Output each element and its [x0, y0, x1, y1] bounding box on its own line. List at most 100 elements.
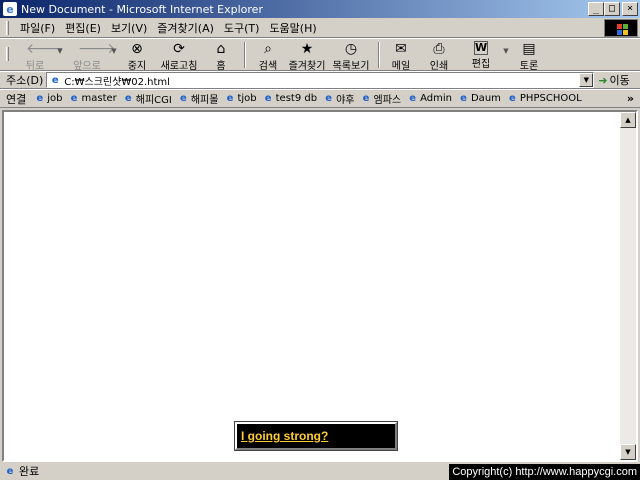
link-label: Admin [420, 93, 452, 104]
ie-page-icon: e [124, 93, 132, 104]
discuss-label: 토론 [519, 61, 539, 72]
ie-page-icon: e [264, 93, 272, 104]
link-empas[interactable]: e 엠파스 [361, 91, 402, 106]
mail-button[interactable]: ✉ 메일 [385, 39, 417, 72]
print-button[interactable]: ⎙ 인쇄 [417, 39, 461, 72]
address-label: 주소(D) [6, 74, 44, 87]
link-admin[interactable]: e Admin [407, 93, 452, 104]
link-label: Daum [470, 93, 501, 104]
favorites-icon: ★ [300, 41, 314, 57]
ie-page-icon: e [70, 93, 78, 104]
refresh-button[interactable]: ⟳ 새로고침 [155, 39, 203, 72]
menu-edit[interactable]: 편집(E) [60, 20, 106, 36]
ie-page-icon: e [36, 93, 44, 104]
link-happycgi[interactable]: e 해피CGI [123, 91, 172, 106]
ie-page-icon: e [226, 93, 234, 104]
ie-page-icon: e [362, 93, 370, 104]
page-body: I going strong? [4, 112, 620, 460]
standard-toolbar: 🡐 뒤로 ▼ 🡒 앞으로 ▼ ⊗ 중지 ⟳ 새로고침 ⌂ 홈 ⌕ 검색 ★ 즐겨… [0, 38, 640, 72]
ie-page-icon: e [325, 93, 332, 104]
toolbar-grip[interactable] [6, 20, 9, 35]
link-label: master [81, 93, 117, 104]
menu-view[interactable]: 보기(V) [106, 20, 152, 36]
menu-tools[interactable]: 도구(T) [219, 20, 265, 36]
vertical-scrollbar[interactable]: ▲ ▼ [620, 112, 636, 460]
toolbar-separator [378, 42, 380, 68]
back-button[interactable]: 🡐 뒤로 [15, 39, 64, 72]
menu-bar: 파일(F) 편집(E) 보기(V) 즐겨찾기(A) 도구(T) 도움말(H) [0, 18, 640, 38]
go-button[interactable]: ➜ 이동 [598, 72, 629, 88]
search-label: 검색 [258, 61, 278, 72]
toolbar-separator [244, 42, 246, 68]
title-bar[interactable]: e New Document - Microsoft Internet Expl… [0, 0, 640, 18]
menu-help[interactable]: 도움말(H) [264, 20, 321, 36]
maximize-button[interactable]: □ [604, 2, 620, 16]
page-status-icon: e [6, 465, 14, 477]
status-bar: e 완료 Copyright(c) http://www.happycgi.co… [0, 462, 640, 480]
link-job[interactable]: e job [34, 93, 62, 104]
link-label: 엠파스 [373, 95, 402, 106]
forward-button[interactable]: 🡒 앞으로 [65, 39, 115, 72]
address-value[interactable]: C:₩스크린샷₩02.html [64, 73, 170, 88]
status-text: 완료 [19, 465, 40, 478]
link-master[interactable]: e master [69, 93, 117, 104]
address-input[interactable]: e C:₩스크린샷₩02.html ▼ [46, 72, 595, 88]
go-arrow-icon: ➜ [598, 73, 608, 87]
scroll-down-button[interactable]: ▼ [620, 444, 636, 460]
edit-icon: W [474, 41, 488, 55]
link-tjob[interactable]: e tjob [224, 93, 257, 104]
refresh-icon: ⟳ [173, 41, 185, 57]
links-bar: 연결 e job e master e 해피CGI e 해피몰 e tjob e test9… [0, 89, 640, 108]
forward-dropdown-icon[interactable]: ▼ [109, 39, 119, 55]
menu-favorites[interactable]: 즐겨찾기(A) [152, 20, 219, 36]
link-label: 해피몰 [190, 95, 219, 106]
link-daum[interactable]: e Daum [458, 93, 501, 104]
history-icon: ◷ [344, 41, 358, 57]
floating-message-box: I going strong? [234, 421, 398, 451]
ie-page-icon: e [509, 93, 516, 104]
menu-file[interactable]: 파일(F) [15, 20, 60, 36]
address-dropdown-button[interactable]: ▼ [579, 73, 594, 87]
links-more-button[interactable]: » [627, 92, 634, 105]
edit-dropdown-icon[interactable]: ▼ [501, 39, 511, 55]
toolbar-grip[interactable] [6, 47, 9, 61]
home-label: 홈 [216, 61, 226, 72]
print-icon: ⎙ [433, 41, 445, 57]
link-happymall[interactable]: e 해피몰 [178, 91, 219, 106]
ie-logo-icon: e [3, 2, 17, 16]
search-button[interactable]: ⌕ 검색 [251, 39, 285, 72]
address-bar: 주소(D) e C:₩스크린샷₩02.html ▼ ➜ 이동 [0, 71, 640, 89]
stop-label: 중지 [127, 61, 147, 72]
refresh-label: 새로고침 [160, 61, 198, 72]
stop-icon: ⊗ [131, 41, 143, 57]
page-icon: e [51, 74, 59, 86]
go-label: 이동 [609, 74, 630, 87]
close-button[interactable]: × [622, 2, 638, 16]
home-icon: ⌂ [216, 41, 226, 57]
browser-window: e New Document - Microsoft Internet Expl… [0, 0, 640, 480]
window-controls: _ □ × [588, 2, 638, 16]
stop-button[interactable]: ⊗ 중지 [119, 39, 155, 72]
home-button[interactable]: ⌂ 홈 [203, 39, 239, 72]
back-label: 뒤로 [25, 61, 45, 72]
link-label: job [47, 93, 63, 104]
back-dropdown-icon[interactable]: ▼ [55, 39, 65, 55]
ie-page-icon: e [409, 93, 416, 104]
minimize-button[interactable]: _ [588, 2, 604, 16]
mail-icon: ✉ [395, 41, 407, 57]
mail-label: 메일 [391, 61, 411, 72]
scroll-up-button[interactable]: ▲ [620, 112, 636, 128]
history-button[interactable]: ◷ 목록보기 [329, 39, 373, 72]
link-phpschool[interactable]: e PHPSCHOOL [507, 93, 582, 104]
popup-link[interactable]: I going strong? [241, 429, 328, 443]
link-test9-db[interactable]: e test9 db [263, 93, 317, 104]
ie-page-icon: e [460, 93, 467, 104]
edit-button[interactable]: W 편집 [461, 39, 501, 70]
history-label: 목록보기 [332, 61, 370, 72]
favorites-button[interactable]: ★ 즐겨찾기 [285, 39, 329, 72]
links-label: 연결 [6, 92, 27, 106]
link-yahoo[interactable]: e 야후 [323, 91, 354, 106]
windows-logo-icon [604, 19, 638, 37]
search-icon: ⌕ [264, 41, 272, 57]
discuss-button[interactable]: ▤ 토론 [511, 39, 547, 72]
